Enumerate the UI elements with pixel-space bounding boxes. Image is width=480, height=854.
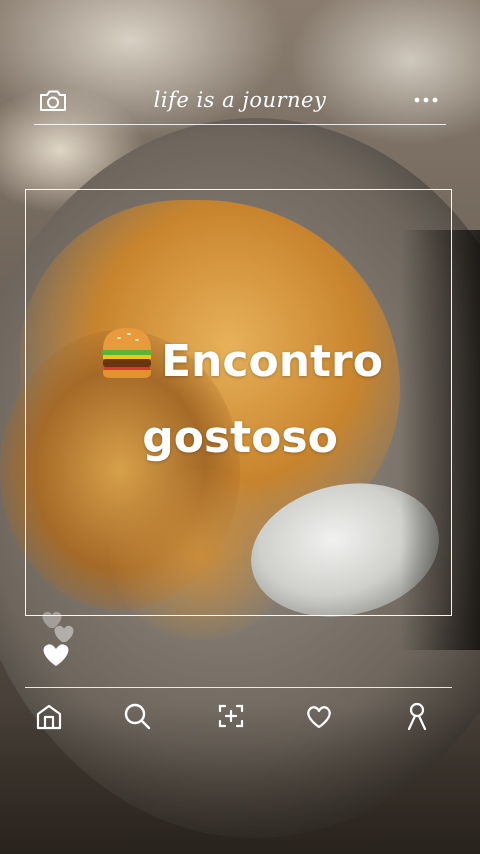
reactions [36, 610, 86, 670]
divider [34, 124, 446, 125]
bottom-nav [25, 696, 452, 736]
post-headline: Encontro gostoso [60, 322, 420, 473]
home-icon[interactable] [33, 700, 65, 732]
search-icon[interactable] [121, 700, 153, 732]
headline-line-1: Encontro [60, 322, 420, 403]
headline-text-1: Encontro [161, 336, 383, 387]
burger-icon [97, 322, 157, 403]
divider [25, 687, 452, 688]
top-bar: life is a journey [34, 84, 446, 122]
add-post-icon[interactable] [215, 700, 247, 732]
heart-icon [43, 644, 69, 666]
headline-line-2: gostoso [142, 412, 338, 463]
heart-icon[interactable] [303, 700, 335, 732]
tagline: life is a journey [153, 88, 327, 112]
profile-icon[interactable] [401, 700, 433, 732]
more-dots-icon[interactable] [412, 92, 440, 108]
